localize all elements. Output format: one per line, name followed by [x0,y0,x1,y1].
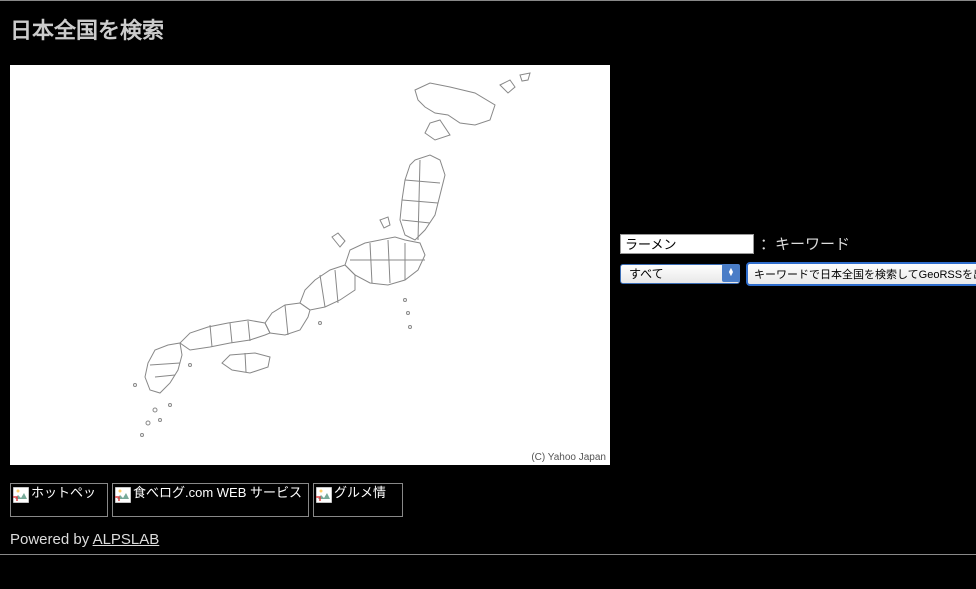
broken-image-icon [115,487,131,503]
hotpepper-credit-image[interactable]: ホットペッ [10,483,108,517]
category-select[interactable]: すべて [620,264,740,284]
alpslab-link[interactable]: ALPSLAB [93,531,160,548]
page-title: 日本全国を検索 [10,13,966,45]
japan-map[interactable]: (C) Yahoo Japan [10,65,610,465]
divider [0,554,976,555]
content: (C) Yahoo Japan ：キーワード すべて ▲ ▼ キーワードで日本全… [0,55,976,465]
keyword-row: ：キーワード [620,233,976,254]
map-svg [10,65,610,465]
search-submit-button[interactable]: キーワードで日本全国を検索してGeoRSSを出力 [746,262,976,286]
broken-image-icon [316,487,332,503]
powered-by: Powered by ALPSLAB [0,517,976,548]
submit-row: すべて ▲ ▼ キーワードで日本全国を検索してGeoRSSを出力 [620,262,976,286]
image-alt-text: 食べログ.com WEB サービス [133,486,302,500]
keyword-label: ：キーワード [760,233,850,254]
footer-credits: ホットペッ 食べログ.com WEB サービス グルメ情 [0,473,976,517]
header: 日本全国を検索 [0,0,976,55]
search-panel: ：キーワード すべて ▲ ▼ キーワードで日本全国を検索してGeoRSSを出力 [620,65,976,465]
tabelog-credit-image[interactable]: 食べログ.com WEB サービス [112,483,309,517]
keyword-input[interactable] [620,234,754,254]
powered-prefix: Powered by [10,531,93,548]
category-select-wrapper: すべて ▲ ▼ [620,264,740,284]
image-alt-text: グルメ情 [334,486,386,500]
broken-image-icon [13,487,29,503]
gurunavi-credit-image[interactable]: グルメ情 [313,483,403,517]
image-alt-text: ホットペッ [31,486,96,500]
map-credit: (C) Yahoo Japan [531,452,606,463]
